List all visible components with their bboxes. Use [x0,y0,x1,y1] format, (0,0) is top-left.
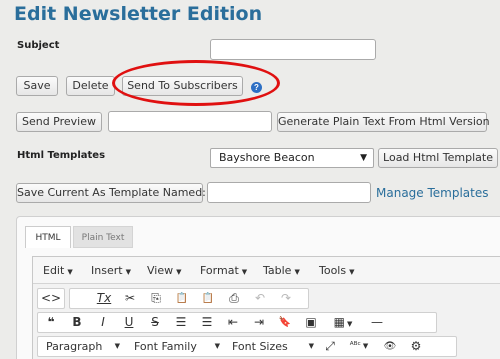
menu-insert[interactable]: Insert ▼ [91,264,131,277]
subject-label: Subject [17,40,60,51]
paste-icon[interactable]: 📋 [170,289,194,308]
chevron-down-icon: ▼ [294,268,300,276]
bullet-list-icon[interactable]: ☰ [169,313,193,332]
font-size-dropdown[interactable]: Font Sizes ▼ [226,337,318,356]
bookmark-icon[interactable]: 🔖 [273,313,297,332]
load-template-button[interactable]: Load Html Template [378,148,498,168]
menu-view[interactable]: View ▼ [147,264,182,277]
strikethrough-icon[interactable]: S [143,313,167,332]
fullscreen-icon[interactable]: ⤢ [318,337,342,356]
save-as-template-button[interactable]: Save Current As Template Named: [16,183,206,203]
spellcheck-icon[interactable]: ᴬᴮᶜ ▼ [344,337,374,356]
delete-button[interactable]: Delete [66,76,115,96]
chevron-down-icon: ▼ [214,342,220,350]
annotation-circle [112,60,280,106]
toolbar-group-formatting: ❝ B I U S ☰ ☰ ⇤ ⇥ 🔖 ▣ ▦ ▼ — [37,312,437,333]
chevron-down-icon: ▼ [362,342,369,350]
font-family-dropdown[interactable]: Font Family ▼ [128,337,224,356]
print-icon[interactable]: ⎙ [222,289,246,308]
image-icon[interactable]: ▣ [299,313,323,332]
copy-icon[interactable]: ⎘ [144,289,168,308]
redo-icon[interactable]: ↷ [274,289,298,308]
chevron-down-icon: ▼ [114,342,120,350]
menu-edit[interactable]: Edit ▼ [43,264,73,277]
chevron-down-icon: ▼ [349,268,355,276]
indent-icon[interactable]: ⇥ [247,313,271,332]
cut-icon[interactable]: ✂ [118,289,142,308]
html-templates-label: Html Templates [17,150,106,161]
template-select-value: Bayshore Beacon [219,151,315,164]
subject-input[interactable] [210,39,376,60]
source-code-icon[interactable]: <> [39,289,63,308]
bold-icon[interactable]: B [65,313,89,332]
rich-text-editor: Edit ▼ Insert ▼ View ▼ Format ▼ Table ▼ Tools… [32,256,500,359]
toolbar-group-fonts: Paragraph ▼ Font Family ▼ Font Sizes ▼ ⤢ ᴬᴮ… [37,336,457,357]
toolbar-group-clipboard: Tx ✂ ⎘ 📋 📋 ⎙ ↶ ↷ [69,288,309,309]
undo-icon[interactable]: ↶ [248,289,272,308]
preview-icon[interactable]: 👁 [378,337,402,356]
chevron-down-icon: ▼ [125,268,131,276]
block-format-dropdown[interactable]: Paragraph ▼ [40,337,124,356]
settings-icon[interactable]: ⚙ [404,337,428,356]
toolbar-group-code: <> [37,288,65,309]
menu-format[interactable]: Format ▼ [200,264,247,277]
horizontal-rule-icon[interactable]: — [365,313,389,332]
editor-menubar: Edit ▼ Insert ▼ View ▼ Format ▼ Table ▼ Tools… [33,257,500,284]
chevron-down-icon: ▼ [241,268,248,276]
paste-text-icon[interactable]: 📋 [196,289,220,308]
blockquote-icon[interactable]: ❝ [39,313,63,332]
preview-email-input[interactable] [108,111,272,132]
chevron-down-icon: ▼ [360,153,367,163]
chevron-down-icon: ▼ [308,342,314,350]
tab-plain-text[interactable]: Plain Text [73,226,133,248]
underline-icon[interactable]: U [117,313,141,332]
manage-templates-link[interactable]: Manage Templates [376,186,489,200]
generate-plain-text-button[interactable]: Generate Plain Text From Html Version [277,112,490,132]
outdent-icon[interactable]: ⇤ [221,313,245,332]
chevron-down-icon: ▼ [67,268,73,276]
menu-tools[interactable]: Tools ▼ [319,264,355,277]
template-select[interactable]: Bayshore Beacon ▼ [210,148,374,168]
table-icon[interactable]: ▦ ▼ [327,313,359,332]
menu-table[interactable]: Table ▼ [263,264,300,277]
chevron-down-icon: ▼ [346,320,353,328]
chevron-down-icon: ▼ [176,268,182,276]
save-button[interactable]: Save [16,76,58,96]
tab-html[interactable]: HTML [25,226,71,248]
clear-formatting-icon[interactable]: Tx [92,289,116,308]
italic-icon[interactable]: I [91,313,115,332]
numbered-list-icon[interactable]: ☰ [195,313,219,332]
send-preview-button[interactable]: Send Preview [16,112,102,132]
page-title: Edit Newsletter Edition [14,3,263,25]
template-name-input[interactable] [207,182,371,203]
